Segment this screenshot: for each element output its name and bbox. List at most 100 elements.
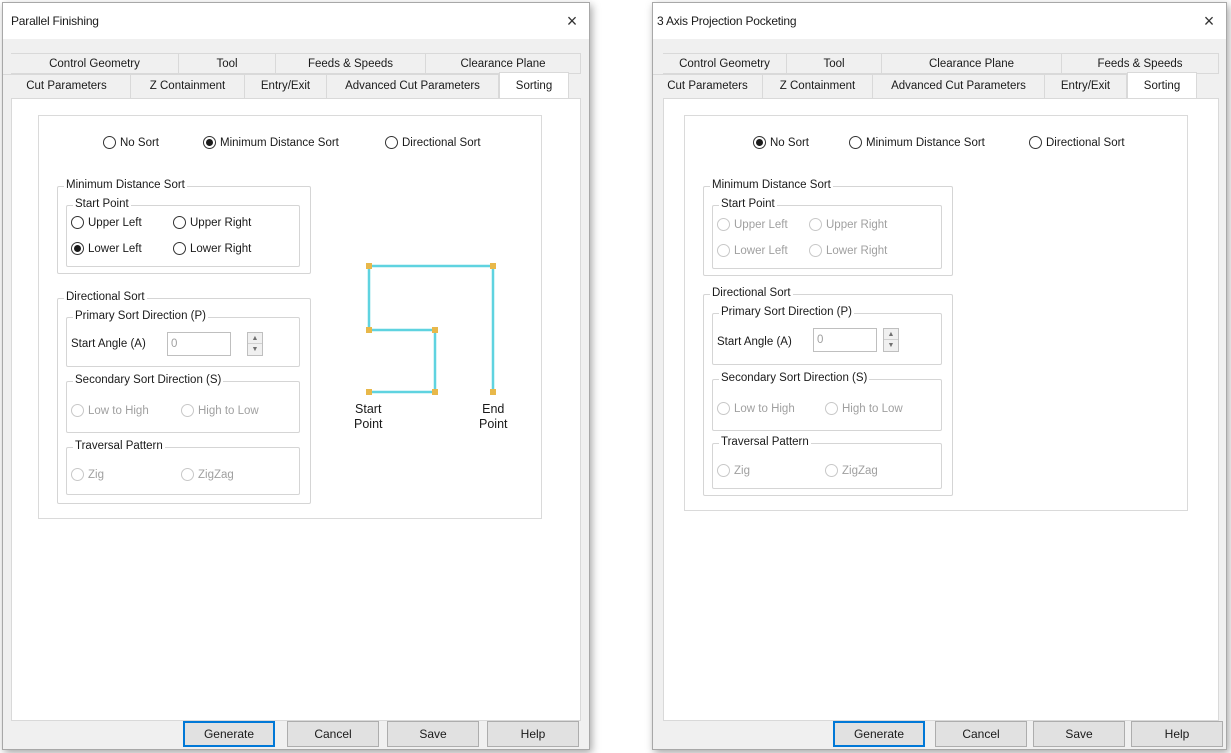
save-button[interactable]: Save	[1033, 721, 1125, 747]
radio-circle	[103, 136, 116, 149]
radio-minimum-distance-sort[interactable]: Minimum Distance Sort	[849, 136, 985, 149]
radio-minimum-distance-sort[interactable]: Minimum Distance Sort	[203, 136, 339, 149]
tab-sorting[interactable]: Sorting	[1127, 72, 1197, 99]
start-angle-input[interactable]: 0	[167, 332, 231, 356]
tab-entry-exit[interactable]: Entry/Exit	[1045, 74, 1127, 98]
spin-up-icon[interactable]: ▲	[248, 333, 262, 344]
path-node	[432, 327, 438, 333]
radio-circle	[825, 402, 838, 415]
radio-lower-right[interactable]: Lower Right	[173, 242, 251, 255]
radio-circle	[71, 216, 84, 229]
primary-sort-group: Primary Sort Direction (P) Start Angle (…	[712, 306, 942, 365]
radio-upper-left[interactable]: Upper Left	[71, 216, 142, 229]
primary-sort-group: Primary Sort Direction (P) Start Angle (…	[66, 310, 300, 367]
path-node	[366, 327, 372, 333]
radio-label: Directional Sort	[402, 136, 481, 149]
radio-lower-left[interactable]: Lower Left	[717, 244, 788, 257]
tab-tool[interactable]: Tool	[179, 53, 276, 74]
directional-sort-group: Directional Sort Primary Sort Direction …	[703, 287, 953, 496]
radio-zigzag[interactable]: ZigZag	[825, 464, 878, 477]
radio-high-to-low[interactable]: High to Low	[825, 402, 903, 415]
radio-low-to-high[interactable]: Low to High	[717, 402, 795, 415]
tab-feeds-speeds[interactable]: Feeds & Speeds	[276, 53, 426, 74]
radio-label: No Sort	[120, 136, 159, 149]
group-label: Secondary Sort Direction (S)	[719, 372, 870, 384]
tab-feeds-speeds[interactable]: Feeds & Speeds	[1062, 53, 1219, 74]
radio-low-to-high[interactable]: Low to High	[71, 404, 149, 417]
radio-circle	[173, 216, 186, 229]
tab-cut-parameters[interactable]: Cut Parameters	[653, 74, 763, 98]
radio-lower-left[interactable]: Lower Left	[71, 242, 142, 255]
title-bar: 3 Axis Projection Pocketing ×	[653, 3, 1226, 39]
cancel-button[interactable]: Cancel	[287, 721, 379, 747]
generate-button[interactable]: Generate	[183, 721, 275, 747]
radio-circle	[849, 136, 862, 149]
group-label: Primary Sort Direction (P)	[719, 306, 854, 318]
radio-zigzag[interactable]: ZigZag	[181, 468, 234, 481]
group-label: Traversal Pattern	[73, 440, 165, 452]
tab-cut-parameters[interactable]: Cut Parameters	[3, 74, 131, 98]
radio-upper-right[interactable]: Upper Right	[173, 216, 251, 229]
spin-down-icon[interactable]: ▼	[884, 340, 898, 351]
radio-upper-left[interactable]: Upper Left	[717, 218, 788, 231]
tab-row-front: Cut Parameters Z Containment Advanced Cu…	[653, 72, 1219, 99]
radio-label: Low to High	[88, 404, 149, 417]
dialog-title: Parallel Finishing	[11, 14, 99, 28]
group-label: Minimum Distance Sort	[710, 179, 833, 191]
tab-entry-exit[interactable]: Entry/Exit	[245, 74, 327, 98]
radio-label: Lower Left	[88, 242, 142, 255]
tab-advanced-cut-parameters[interactable]: Advanced Cut Parameters	[873, 74, 1045, 98]
cancel-button[interactable]: Cancel	[935, 721, 1027, 747]
radio-circle	[71, 468, 84, 481]
group-label: Primary Sort Direction (P)	[73, 310, 208, 322]
start-angle-input[interactable]: 0	[813, 328, 877, 352]
radio-no-sort[interactable]: No Sort	[753, 136, 809, 149]
radio-label: Upper Left	[88, 216, 142, 229]
tab-advanced-cut-parameters[interactable]: Advanced Cut Parameters	[327, 74, 499, 98]
spin-up-icon[interactable]: ▲	[884, 329, 898, 340]
tab-row-front: Cut Parameters Z Containment Entry/Exit …	[3, 72, 581, 99]
start-angle-spinner[interactable]: ▲ ▼	[247, 332, 263, 356]
tab-clearance-plane[interactable]: Clearance Plane	[882, 53, 1062, 74]
radio-directional-sort[interactable]: Directional Sort	[385, 136, 481, 149]
tab-sorting[interactable]: Sorting	[499, 72, 569, 99]
radio-circle-checked	[71, 242, 84, 255]
radio-high-to-low[interactable]: High to Low	[181, 404, 259, 417]
close-icon[interactable]: ×	[555, 3, 589, 39]
tab-control-geometry[interactable]: Control Geometry	[11, 53, 179, 74]
sort-path-diagram	[366, 263, 496, 395]
start-angle-spinner[interactable]: ▲ ▼	[883, 328, 899, 352]
traversal-pattern-group: Traversal Pattern Zig ZigZag	[712, 436, 942, 489]
spin-down-icon[interactable]: ▼	[248, 344, 262, 355]
radio-circle	[809, 218, 822, 231]
close-icon[interactable]: ×	[1192, 3, 1226, 39]
radio-zig[interactable]: Zig	[71, 468, 104, 481]
save-button[interactable]: Save	[387, 721, 479, 747]
radio-lower-right[interactable]: Lower Right	[809, 244, 887, 257]
radio-label: Directional Sort	[1046, 136, 1125, 149]
radio-zig[interactable]: Zig	[717, 464, 750, 477]
group-label: Secondary Sort Direction (S)	[73, 374, 224, 386]
start-point-label: Start Point	[354, 402, 383, 431]
tab-clearance-plane[interactable]: Clearance Plane	[426, 53, 581, 74]
radio-upper-right[interactable]: Upper Right	[809, 218, 887, 231]
tab-row-back: Control Geometry Tool Feeds & Speeds Cle…	[11, 53, 581, 74]
tab-z-containment[interactable]: Z Containment	[131, 74, 245, 98]
radio-circle	[825, 464, 838, 477]
radio-label: Upper Right	[190, 216, 252, 229]
radio-circle	[717, 464, 730, 477]
radio-circle	[71, 404, 84, 417]
generate-button[interactable]: Generate	[833, 721, 925, 747]
radio-no-sort[interactable]: No Sort	[103, 136, 159, 149]
tab-control-geometry[interactable]: Control Geometry	[663, 53, 787, 74]
radio-circle-checked	[753, 136, 766, 149]
tab-tool[interactable]: Tool	[787, 53, 882, 74]
help-button[interactable]: Help	[1131, 721, 1223, 747]
radio-circle	[717, 402, 730, 415]
radio-label: Minimum Distance Sort	[866, 136, 985, 149]
help-button[interactable]: Help	[487, 721, 579, 747]
end-point-label: End Point	[479, 402, 508, 431]
path-node	[366, 263, 372, 269]
radio-directional-sort[interactable]: Directional Sort	[1029, 136, 1125, 149]
tab-z-containment[interactable]: Z Containment	[763, 74, 873, 98]
